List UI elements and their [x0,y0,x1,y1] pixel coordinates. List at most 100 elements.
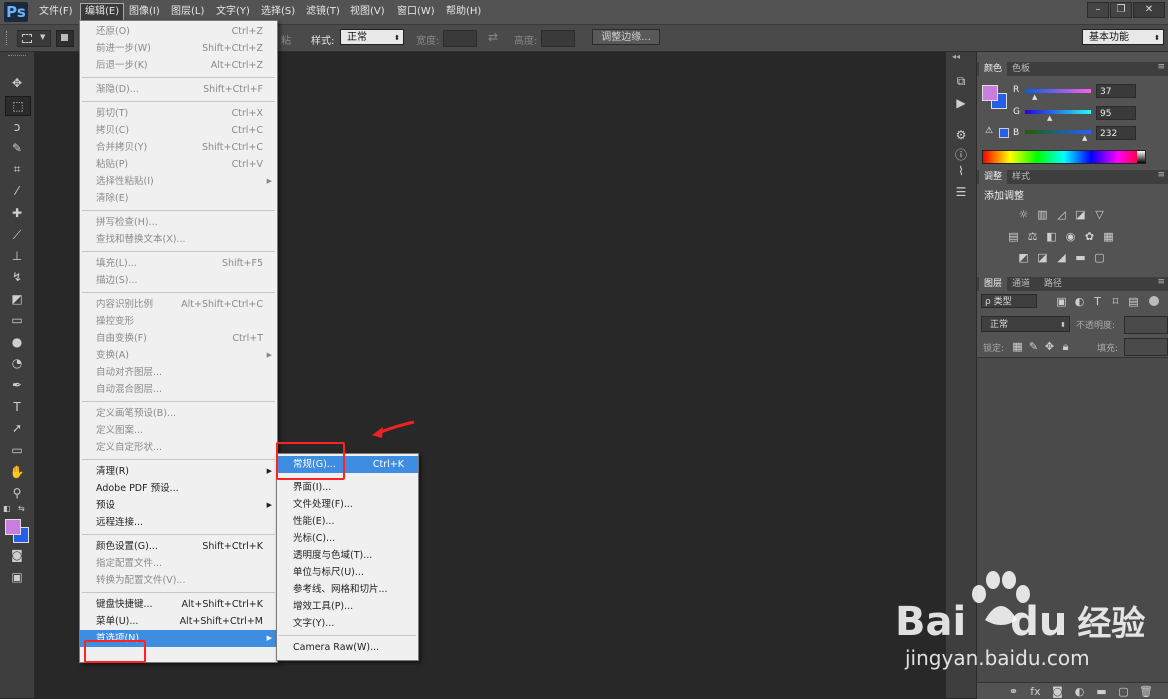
edit-menu-item[interactable]: 合并拷贝(Y) Shift+Ctrl+C [80,139,277,156]
filter-smart-object-icon[interactable]: ▤ [1127,295,1140,308]
gradient-map-adjust-icon[interactable]: ▬ [1074,251,1087,264]
edit-menu-item[interactable]: 指定配置文件... [80,555,277,572]
refine-edge-button[interactable]: 调整边缘... [592,29,660,45]
collapse-arrows-icon[interactable]: ◂◂ [952,52,960,61]
default-colors-icon[interactable]: ◧ [3,504,13,513]
edit-menu-item[interactable]: 拷贝(C) Ctrl+C [80,122,277,139]
exposure-adjust-icon[interactable]: ◪ [1074,208,1087,221]
edit-menu-item[interactable]: 查找和替换文本(X)... [80,231,277,248]
brush-presets-icon[interactable]: ☰ [950,183,972,201]
edit-menu-item[interactable]: 粘贴(P) Ctrl+V [80,156,277,173]
edit-menu-item[interactable]: 键盘快捷键... Alt+Shift+Ctrl+K [80,596,277,613]
preferences-menu-item[interactable]: 参考线、网格和切片... [277,581,418,598]
color-balance-adjust-icon[interactable]: ⚖ [1026,230,1039,243]
edit-menu-item[interactable]: 描边(S)... [80,272,277,289]
tool-preset-picker[interactable]: ▼ [17,30,51,47]
slider-thumb-icon[interactable]: ▲ [1082,134,1087,142]
color-panel-fg-swatch[interactable] [982,85,998,101]
tab-channels[interactable]: 通道 [1007,277,1035,291]
dodge-tool-icon[interactable]: ◔ [5,354,29,372]
clone-stamp-tool-icon[interactable]: ⊥ [5,247,29,265]
edit-menu-item[interactable]: Adobe PDF 预设... [80,480,277,497]
brush-tool-icon[interactable]: ⟋ [5,226,29,244]
preferences-menu-item[interactable]: 界面(I)... [277,479,418,496]
edit-menu-item[interactable]: 填充(L)... Shift+F5 [80,255,277,272]
tab-layers[interactable]: 图层 [979,277,1008,291]
style-select[interactable]: 正常 ⬍ [340,29,404,45]
channel-g-slider[interactable] [1025,110,1091,114]
blur-tool-icon[interactable]: ● [5,333,29,351]
edit-menu-item[interactable]: 渐隐(D)... Shift+Ctrl+F [80,81,277,98]
brightness-adjust-icon[interactable]: ☼ [1017,208,1030,221]
hand-tool-icon[interactable]: ✋ [5,463,29,481]
swap-icon[interactable]: ⇄ [488,30,498,44]
edit-menu-item[interactable]: 定义自定形状... [80,439,277,456]
minimize-button[interactable]: – [1087,2,1109,18]
tab-paths[interactable]: 路径 [1039,277,1067,291]
type-tool-icon[interactable]: T [5,398,29,416]
edit-menu-item[interactable]: 自由变换(F) Ctrl+T [80,330,277,347]
blend-mode-select[interactable]: 正常 ⬍ [981,316,1070,332]
tab-styles[interactable]: 样式 [1007,170,1035,184]
edit-menu-item[interactable]: 自动对齐图层... [80,364,277,381]
levels-adjust-icon[interactable]: ▥ [1036,208,1049,221]
color-lookup-adjust-icon[interactable]: ▦ [1102,230,1115,243]
menu-file[interactable]: 文件(F) [35,4,77,20]
threshold-adjust-icon[interactable]: ◢ [1055,251,1068,264]
brush-panel-icon[interactable]: ⌇ [950,162,972,180]
menu-window[interactable]: 窗口(W) [393,4,439,20]
workspace-select[interactable]: 基本功能 ⬍ [1082,29,1164,45]
slider-thumb-icon[interactable]: ▲ [1032,93,1037,101]
filter-type-icon[interactable]: T [1091,295,1104,308]
properties-panel-icon[interactable]: ⚙ [950,126,972,144]
screen-mode-icon[interactable]: ▣ [5,568,29,586]
preferences-menu-item[interactable]: 透明度与色域(T)... [277,547,418,564]
edit-menu-item[interactable]: 定义画笔预设(B)... [80,405,277,422]
preferences-menu-item[interactable]: 单位与标尺(U)... [277,564,418,581]
channel-g-value[interactable]: 95 [1096,106,1136,120]
quick-selection-tool-icon[interactable]: ✎ [5,139,29,157]
panel-menu-icon[interactable]: ≡ [1157,62,1165,72]
selective-color-adjust-icon[interactable]: ▢ [1093,251,1106,264]
edit-menu-item[interactable]: 后退一步(K) Alt+Ctrl+Z [80,57,277,74]
opacity-input[interactable] [1124,316,1168,334]
crop-tool-icon[interactable]: ⌗ [5,160,29,178]
menu-filter[interactable]: 滤镜(T) [302,4,344,20]
tab-color[interactable]: 颜色 [979,62,1008,76]
restore-button[interactable]: ❐ [1110,2,1132,18]
path-selection-tool-icon[interactable]: ➚ [5,419,29,437]
gamut-warning-icon[interactable]: ⚠ [985,126,993,136]
edit-menu-item[interactable]: 远程连接... [80,514,277,531]
edit-menu-item[interactable]: 菜单(U)... Alt+Shift+Ctrl+M [80,613,277,630]
edit-menu-item[interactable]: 还原(O) Ctrl+Z [80,23,277,40]
gradient-tool-icon[interactable]: ▭ [5,311,29,329]
channel-b-value[interactable]: 232 [1096,126,1136,140]
posterize-adjust-icon[interactable]: ◪ [1036,251,1049,264]
history-panel-icon[interactable]: ⧉ [950,72,972,90]
photo-filter-adjust-icon[interactable]: ◉ [1064,230,1077,243]
quick-mask-icon[interactable]: ◙ [5,546,29,564]
edit-menu-item[interactable]: 转换为配置文件(V)... [80,572,277,589]
preferences-menu-item[interactable]: 文件处理(F)... [277,496,418,513]
filter-adjustment-icon[interactable]: ◐ [1073,295,1086,308]
zoom-tool-icon[interactable]: ⚲ [5,484,29,502]
preferences-menu-item[interactable]: 文字(Y)... [277,615,418,632]
lock-all-icon[interactable]: 🔒︎ [1059,340,1072,353]
edit-menu-item[interactable]: 前进一步(W) Shift+Ctrl+Z [80,40,277,57]
filter-toggle-icon[interactable] [1149,296,1159,306]
eraser-tool-icon[interactable]: ◩ [5,290,29,308]
new-selection-button[interactable] [56,30,74,47]
black-white-ramp[interactable] [1137,151,1145,163]
menu-type[interactable]: 文字(Y) [212,4,254,20]
edit-menu-item[interactable]: 清除(E) [80,190,277,207]
edit-menu-item[interactable]: 内容识别比例 Alt+Shift+Ctrl+C [80,296,277,313]
websafe-swatch[interactable] [999,128,1009,138]
history-brush-tool-icon[interactable]: ↯ [5,268,29,286]
edit-menu-item[interactable]: 操控变形 [80,313,277,330]
close-button[interactable]: ✕ [1133,2,1165,18]
width-input[interactable] [443,30,477,47]
slider-thumb-icon[interactable]: ▲ [1047,114,1052,122]
lock-pixels-icon[interactable]: ✎ [1027,340,1040,353]
tab-adjustments[interactable]: 调整 [979,170,1008,184]
channel-mixer-adjust-icon[interactable]: ✿ [1083,230,1096,243]
